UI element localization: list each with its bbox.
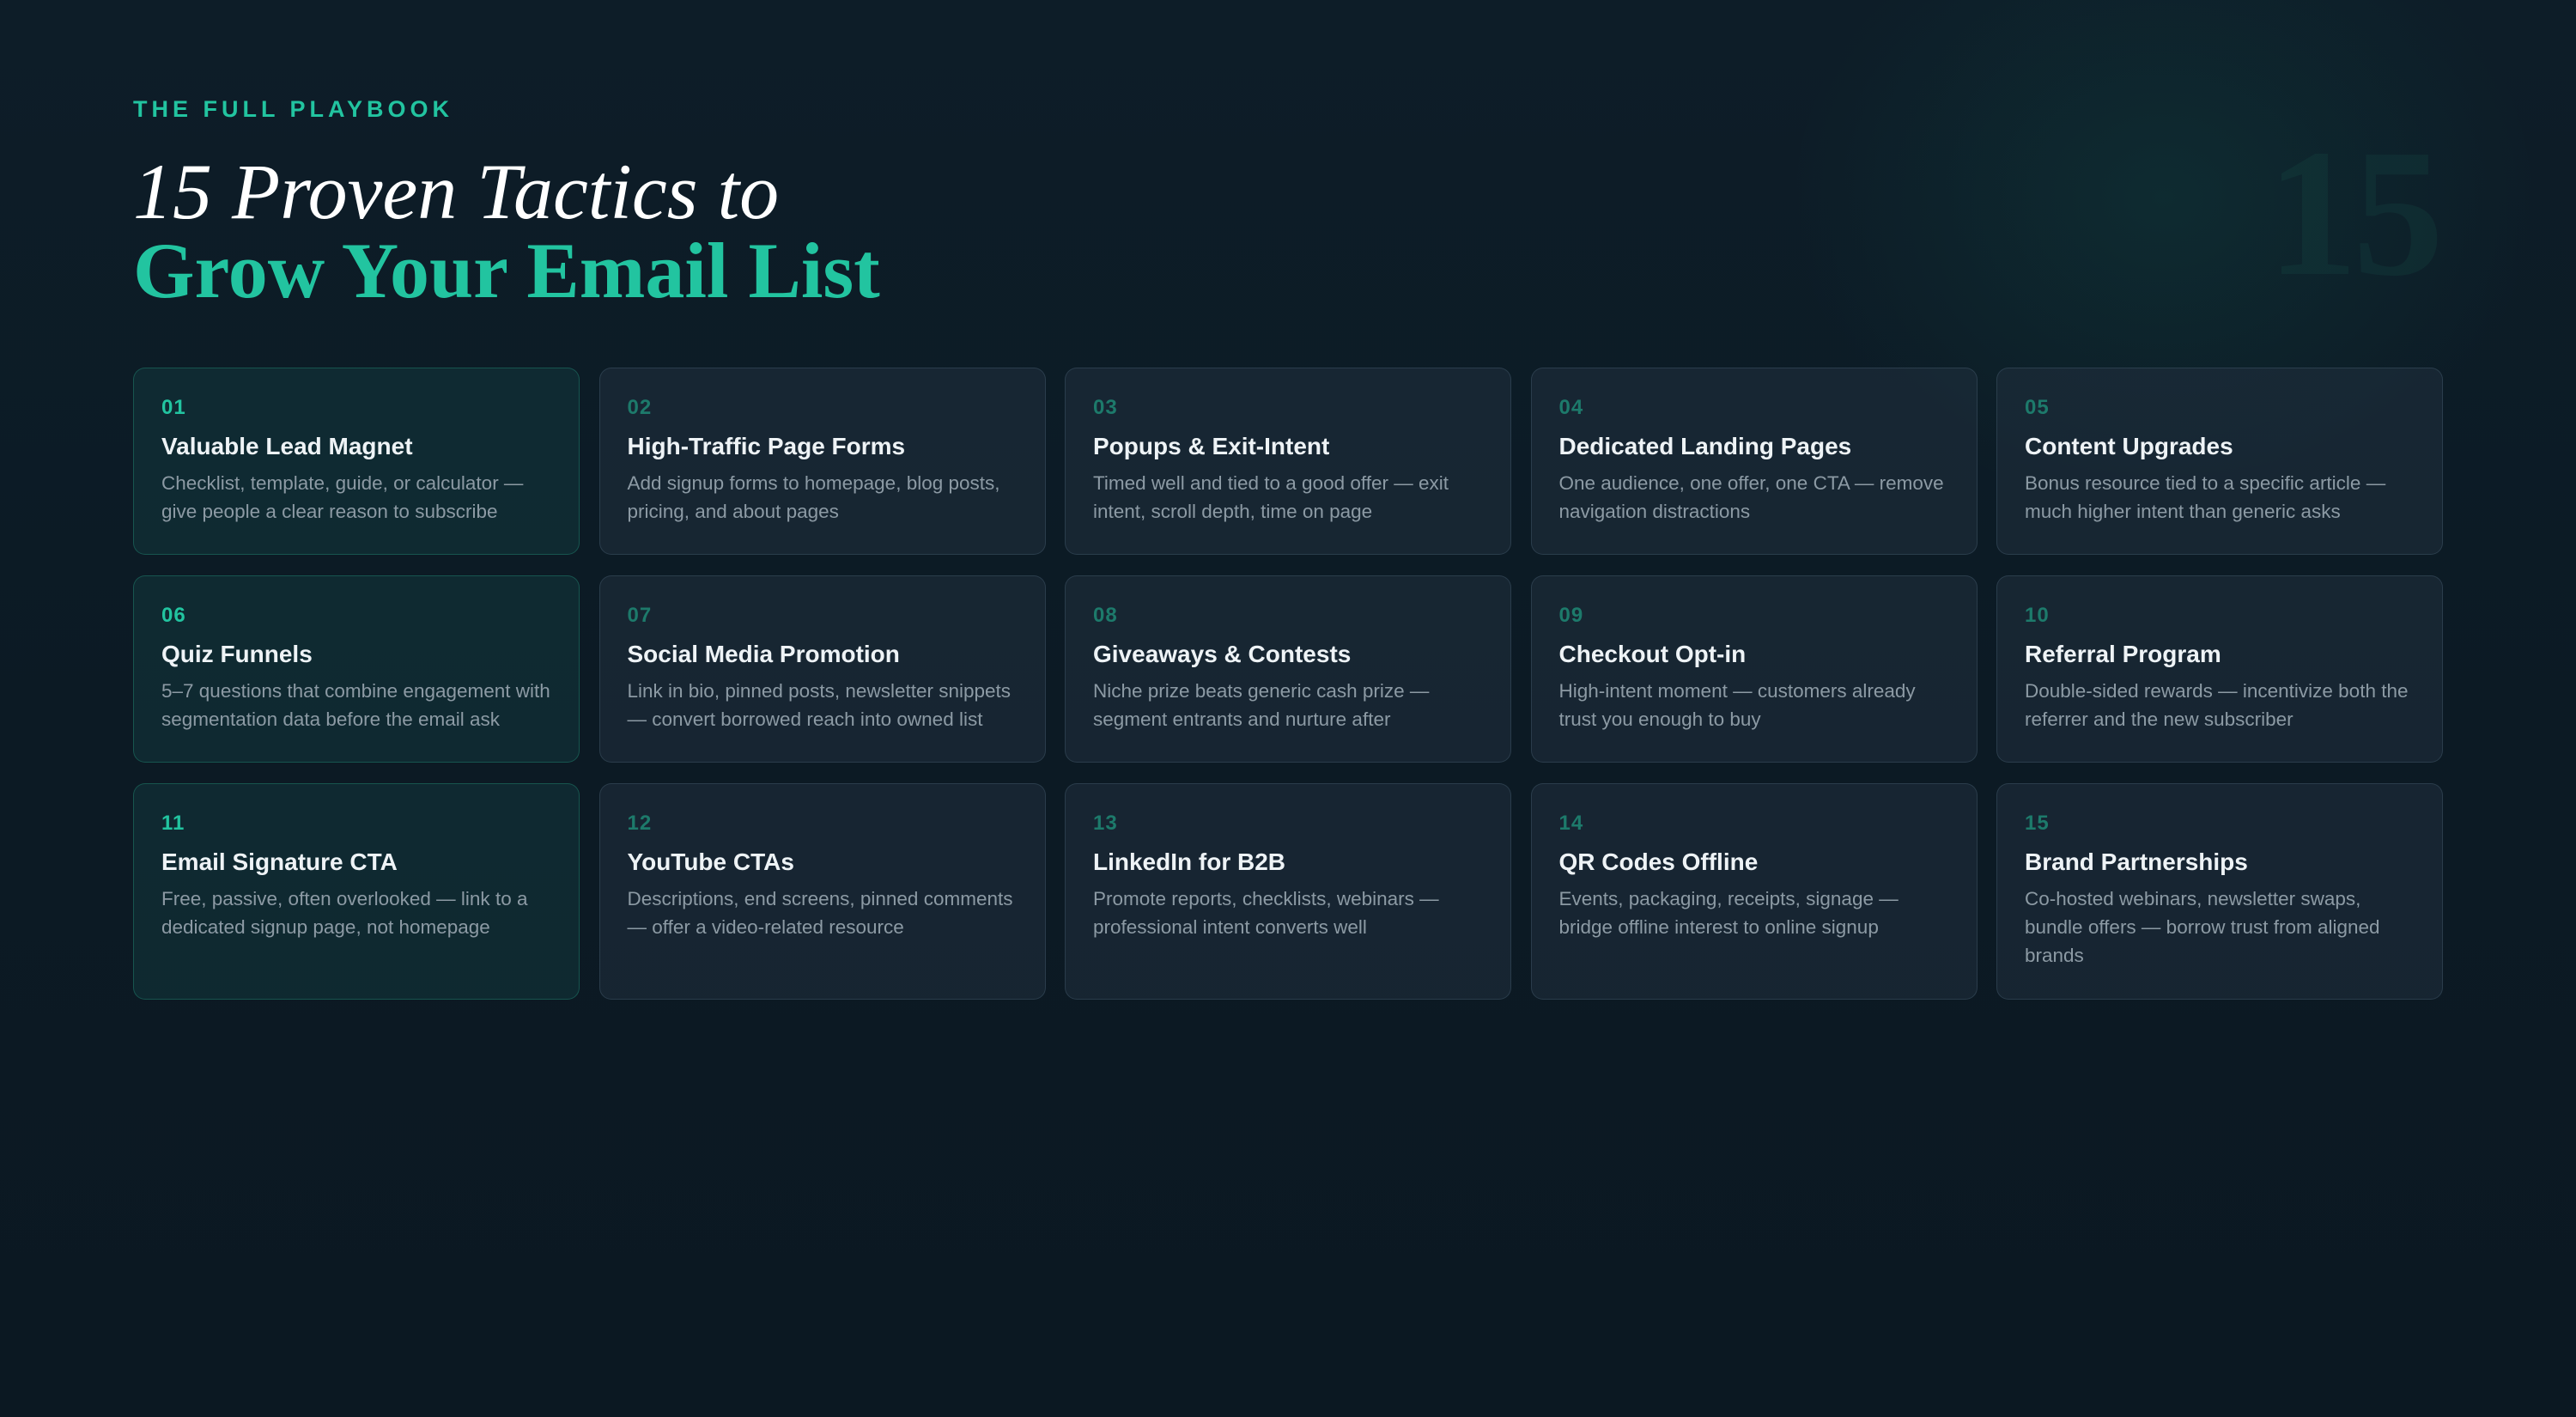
tactic-title: Checkout Opt-in	[1558, 641, 1747, 667]
page-title-line-2: Grow Your Email List	[133, 227, 880, 314]
tactic-description: Timed well and tied to a good offer — ex…	[1093, 471, 1449, 522]
tactic-description: High-intent moment — customers already t…	[1558, 679, 1916, 730]
tactic-card: 03 Popups & Exit-Intent Timed well and t…	[1065, 368, 1511, 555]
tactic-card: 01 Valuable Lead Magnet Checklist, templ…	[133, 368, 580, 555]
tactic-description: One audience, one offer, one CTA — remov…	[1558, 471, 1944, 522]
tactic-card: 08 Giveaways & Contests Niche prize beat…	[1065, 575, 1511, 763]
tactic-card: 06 Quiz Funnels 5–7 questions that combi…	[133, 575, 580, 763]
tactic-description: Link in bio, pinned posts, newsletter sn…	[627, 679, 1012, 730]
tactic-number: 02	[627, 396, 653, 419]
tactic-number: 10	[2025, 604, 2050, 627]
tactic-title: Email Signature CTA	[161, 848, 398, 875]
tactic-title: Giveaways & Contests	[1093, 641, 1352, 667]
tactic-description: Double-sided rewards — incentivize both …	[2025, 679, 2409, 730]
tactic-title: Social Media Promotion	[627, 641, 900, 667]
tactic-title: Quiz Funnels	[161, 641, 313, 667]
tactic-number: 03	[1093, 396, 1118, 419]
tactics-grid: 01 Valuable Lead Magnet Checklist, templ…	[133, 368, 2443, 1000]
tactic-description: Descriptions, end screens, pinned commen…	[627, 887, 1013, 938]
tactic-number: 12	[627, 812, 653, 835]
eyebrow-label: THE FULL PLAYBOOK	[133, 96, 454, 122]
tactic-number: 05	[2025, 396, 2050, 419]
tactic-card: 12 YouTube CTAs Descriptions, end screen…	[598, 783, 1046, 1000]
tactic-description: Add signup forms to homepage, blog posts…	[627, 471, 1000, 522]
tactic-number: 09	[1558, 604, 1584, 627]
tactic-description: Promote reports, checklists, webinars — …	[1093, 887, 1439, 938]
tactic-title: Valuable Lead Magnet	[161, 433, 413, 459]
tactic-title: High-Traffic Page Forms	[627, 433, 906, 459]
tactic-card: 02 High-Traffic Page Forms Add signup fo…	[598, 368, 1046, 555]
tactic-card: 13 LinkedIn for B2B Promote reports, che…	[1065, 783, 1511, 1000]
page-title-line-1: 15 Proven Tactics to	[133, 148, 780, 235]
tactic-card: 07 Social Media Promotion Link in bio, p…	[598, 575, 1046, 763]
tactic-title: Content Upgrades	[2025, 433, 2233, 459]
tactic-card: 14 QR Codes Offline Events, packaging, r…	[1530, 783, 1978, 1000]
tactic-title: Popups & Exit-Intent	[1093, 433, 1330, 459]
tactic-title: QR Codes Offline	[1558, 848, 1759, 875]
tactic-description: 5–7 questions that combine engagement wi…	[161, 679, 550, 730]
tactic-number: 07	[627, 604, 653, 627]
tactic-title: Dedicated Landing Pages	[1558, 433, 1852, 459]
tactic-card: 10 Referral Program Double-sided rewards…	[1996, 575, 2443, 763]
tactic-number: 08	[1093, 604, 1118, 627]
decorative-big-number: 15	[2267, 112, 2444, 313]
tactic-number: 04	[1558, 396, 1584, 419]
tactic-description: Events, packaging, receipts, signage — b…	[1558, 887, 1899, 938]
tactic-description: Co-hosted webinars, newsletter swaps, bu…	[2025, 887, 2380, 966]
tactic-number: 11	[161, 812, 185, 835]
tactic-number: 13	[1093, 812, 1118, 835]
tactic-card: 15 Brand Partnerships Co-hosted webinars…	[1996, 783, 2443, 1000]
tactic-card: 09 Checkout Opt-in High-intent moment — …	[1530, 575, 1978, 763]
tactic-title: YouTube CTAs	[627, 848, 794, 875]
tactic-number: 06	[161, 604, 186, 627]
tactic-description: Bonus resource tied to a specific articl…	[2025, 471, 2386, 522]
tactic-card: 11 Email Signature CTA Free, passive, of…	[133, 783, 580, 1000]
tactic-description: Checklist, template, guide, or calculato…	[161, 471, 524, 522]
tactic-number: 15	[2025, 812, 2050, 835]
tactic-description: Niche prize beats generic cash prize — s…	[1093, 679, 1430, 730]
tactic-description: Free, passive, often overlooked — link t…	[161, 887, 528, 938]
tactic-title: Brand Partnerships	[2025, 848, 2248, 875]
tactic-title: LinkedIn for B2B	[1093, 848, 1286, 875]
tactic-number: 14	[1558, 812, 1584, 835]
tactic-card: 04 Dedicated Landing Pages One audience,…	[1530, 368, 1978, 555]
page-header: THE FULL PLAYBOOK 15 Proven Tactics to G…	[133, 96, 880, 310]
tactic-title: Referral Program	[2025, 641, 2221, 667]
tactic-number: 01	[161, 396, 186, 419]
tactic-card: 05 Content Upgrades Bonus resource tied …	[1996, 368, 2443, 555]
